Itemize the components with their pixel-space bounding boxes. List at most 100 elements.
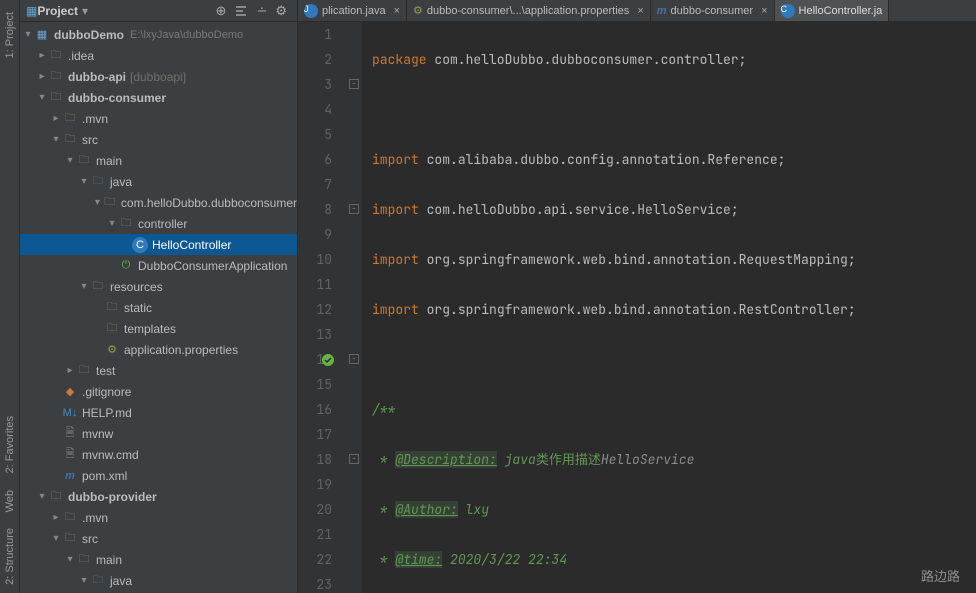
tree-hint: E:\lxyJava\dubboDemo	[130, 29, 243, 41]
folder-icon: 🗀	[104, 321, 120, 337]
tree-item[interactable]: ⏻ DubboConsumerApplication	[20, 255, 297, 276]
chevron-down-icon[interactable]: ▾	[106, 218, 118, 229]
close-icon[interactable]: ×	[761, 5, 767, 17]
tree-item[interactable]: m pom.xml	[20, 465, 297, 486]
chevron-right-icon[interactable]: ▸	[64, 365, 76, 376]
tree-item[interactable]: ▾ 🗀 controller	[20, 213, 297, 234]
tree-item[interactable]: ▸ 🗀 .mvn	[20, 507, 297, 528]
fold-icon[interactable]: −	[349, 204, 359, 214]
tree-item[interactable]: ▸ 🗀 .mvn	[20, 108, 297, 129]
close-icon[interactable]: ×	[637, 5, 643, 17]
tree-label: dubbo-provider	[68, 490, 157, 504]
chevron-down-icon[interactable]: ▾	[78, 281, 90, 292]
class-icon: C	[781, 4, 795, 18]
fold-icon[interactable]: −	[349, 454, 359, 464]
tree-label: .mvn	[82, 112, 108, 126]
fold-icon[interactable]: −	[349, 354, 359, 364]
file-icon: 🗎	[62, 426, 78, 442]
tree-label: pom.xml	[82, 469, 127, 483]
tree-item[interactable]: ⚙ application.properties	[20, 339, 297, 360]
tool-tab-structure[interactable]: 2: Structure	[4, 528, 16, 585]
chevron-down-icon[interactable]: ▾	[50, 134, 62, 145]
locate-icon[interactable]: ⊕	[216, 3, 227, 19]
tree-label: java	[110, 175, 132, 189]
code-editor[interactable]: 1234 5678 9101112 13141516 17181920 2122…	[298, 22, 976, 593]
tree-item[interactable]: ▾ 🗀 com.helloDubbo.dubboconsumer	[20, 192, 297, 213]
module-folder-icon: 🗀	[48, 69, 64, 85]
maven-icon: m	[657, 5, 667, 17]
project-sidebar: ▦ Project ▾ ⊕ ∸ ⚙ ▾ ▦ dubboDemo E:\lxyJa…	[20, 0, 298, 593]
folder-icon: 🗀	[62, 132, 78, 148]
chevron-down-icon[interactable]: ▾	[64, 155, 76, 166]
tree-label: .idea	[68, 49, 94, 63]
tree-item[interactable]: ▾ 🗀 resources	[20, 276, 297, 297]
tree-root[interactable]: ▾ ▦ dubboDemo E:\lxyJava\dubboDemo	[20, 24, 297, 45]
tab-active[interactable]: C HelloController.ja	[775, 0, 890, 21]
tab-label: plication.java	[322, 5, 386, 17]
package-icon: 🗀	[103, 195, 117, 211]
collapse-icon[interactable]: ∸	[256, 3, 267, 19]
chevron-right-icon[interactable]: ▸	[50, 113, 62, 124]
sidebar-title: Project	[37, 4, 78, 18]
chevron-down-icon[interactable]: ▾	[92, 197, 103, 208]
tree-item[interactable]: ▸ 🗀 .idea	[20, 45, 297, 66]
chevron-right-icon[interactable]: ▸	[36, 71, 48, 82]
tree-item[interactable]: 🗀 static	[20, 297, 297, 318]
tab[interactable]: J plication.java ×	[298, 0, 407, 21]
tree-item-selected[interactable]: C HelloController	[20, 234, 297, 255]
tree-item[interactable]: ▾ 🗀 dubbo-provider	[20, 486, 297, 507]
align-icon[interactable]	[234, 4, 248, 18]
chevron-down-icon[interactable]: ▾	[36, 491, 48, 502]
tool-tab-project[interactable]: 1: Project	[4, 12, 16, 58]
tab[interactable]: ⚙ dubbo-consumer\...\application.propert…	[407, 0, 651, 21]
tree-item[interactable]: ▾ 🗀 main	[20, 150, 297, 171]
properties-icon: ⚙	[104, 342, 120, 358]
folder-icon: 🗀	[76, 363, 92, 379]
module-icon: ▦	[34, 27, 50, 43]
tree-label: main	[96, 154, 122, 168]
project-view-icon: ▦	[26, 4, 37, 18]
chevron-down-icon[interactable]: ▾	[78, 575, 90, 586]
tree-item[interactable]: ▾ 🗀 java	[20, 171, 297, 192]
chevron-down-icon[interactable]: ▾	[36, 92, 48, 103]
chevron-down-icon[interactable]: ▾	[22, 29, 34, 40]
spring-gutter-icon[interactable]	[320, 352, 336, 368]
tree-item[interactable]: ▸ 🗀 dubbo-api [dubboapi]	[20, 66, 297, 87]
tree-item[interactable]: ▾ 🗀 src	[20, 528, 297, 549]
tree-item[interactable]: ◆ .gitignore	[20, 381, 297, 402]
tree-item[interactable]: ▾ 🗀 main	[20, 549, 297, 570]
tree-item[interactable]: 🗀 templates	[20, 318, 297, 339]
fold-column: − − − −	[348, 22, 362, 593]
chevron-down-icon[interactable]: ▾	[78, 176, 90, 187]
tree-label: .mvn	[82, 511, 108, 525]
tree-label: java	[110, 574, 132, 588]
chevron-right-icon[interactable]: ▸	[36, 50, 48, 61]
tree-item[interactable]: ▸ 🗀 test	[20, 360, 297, 381]
file-icon: 🗎	[62, 447, 78, 463]
tree-item[interactable]: ▾ 🗀 java	[20, 570, 297, 591]
tree-item[interactable]: ▾ 🗀 dubbo-consumer	[20, 87, 297, 108]
tree-item[interactable]: 🗎 mvnw.cmd	[20, 444, 297, 465]
tab[interactable]: m dubbo-consumer ×	[651, 0, 775, 21]
close-icon[interactable]: ×	[394, 5, 400, 17]
fold-icon[interactable]: −	[349, 79, 359, 89]
chevron-down-icon[interactable]: ▾	[64, 554, 76, 565]
chevron-down-icon[interactable]: ▾	[50, 533, 62, 544]
tree-item[interactable]: 🗎 mvnw	[20, 423, 297, 444]
tree-label: dubbo-consumer	[68, 91, 166, 105]
folder-icon: 🗀	[76, 552, 92, 568]
tree-label: HelloController	[152, 238, 231, 252]
tree-item[interactable]: M↓ HELP.md	[20, 402, 297, 423]
project-tree[interactable]: ▾ ▦ dubboDemo E:\lxyJava\dubboDemo ▸ 🗀 .…	[20, 22, 297, 593]
chevron-down-icon[interactable]: ▾	[82, 4, 88, 18]
tab-label: dubbo-consumer\...\application.propertie…	[427, 5, 629, 17]
tree-label: mvnw	[82, 427, 113, 441]
tree-item[interactable]: ▾ 🗀 src	[20, 129, 297, 150]
gear-icon[interactable]: ⚙	[275, 3, 287, 19]
code-content[interactable]: package com.helloDubbo.dubboconsumer.con…	[362, 22, 976, 593]
tool-tab-favorites[interactable]: 2: Favorites	[4, 416, 16, 473]
tree-label: static	[124, 301, 152, 315]
sidebar-header: ▦ Project ▾ ⊕ ∸ ⚙	[20, 0, 297, 22]
tool-tab-web[interactable]: Web	[4, 490, 16, 512]
chevron-right-icon[interactable]: ▸	[50, 512, 62, 523]
